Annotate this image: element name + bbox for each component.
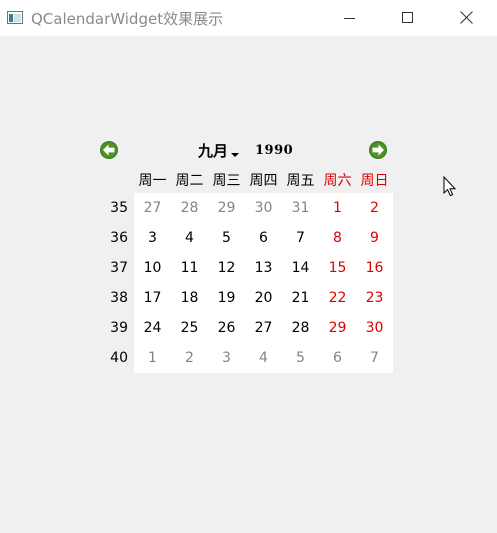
day-cell[interactable]: 5 xyxy=(208,230,245,246)
day-cell[interactable]: 7 xyxy=(356,350,393,366)
day-cell[interactable]: 3 xyxy=(134,230,171,246)
day-cell[interactable]: 1 xyxy=(134,350,171,366)
day-cell[interactable]: 8 xyxy=(319,230,356,246)
day-cell[interactable]: 29 xyxy=(208,200,245,216)
day-cell[interactable]: 31 xyxy=(282,200,319,216)
day-cell[interactable]: 18 xyxy=(171,290,208,306)
day-cell[interactable]: 1 xyxy=(319,200,356,216)
prev-month-button[interactable] xyxy=(99,140,119,160)
day-cell[interactable]: 12 xyxy=(208,260,245,276)
title-bar[interactable]: QCalendarWidget效果展示 xyxy=(0,0,497,36)
day-cell[interactable]: 10 xyxy=(134,260,171,276)
weekday-header-sat: 周六 xyxy=(323,173,352,189)
day-cell[interactable]: 20 xyxy=(245,290,282,306)
day-cell[interactable]: 28 xyxy=(171,200,208,216)
date-grid xyxy=(134,193,393,373)
day-cell[interactable]: 30 xyxy=(245,200,282,216)
weekday-header-fri: 周五 xyxy=(286,173,315,189)
day-cell[interactable]: 15 xyxy=(319,260,356,276)
next-month-button[interactable] xyxy=(368,140,388,160)
maximize-button[interactable] xyxy=(378,0,436,36)
minimize-icon xyxy=(344,18,355,19)
day-cell[interactable]: 19 xyxy=(208,290,245,306)
day-cell[interactable]: 6 xyxy=(245,230,282,246)
day-cell[interactable]: 22 xyxy=(319,290,356,306)
week-number: 39 xyxy=(110,320,128,336)
calendar-window: QCalendarWidget效果展示 九月 1990 周一 周二 周三 周四 … xyxy=(0,0,497,533)
day-cell[interactable]: 16 xyxy=(356,260,393,276)
weekday-header-sun: 周日 xyxy=(360,173,389,189)
day-cell[interactable]: 26 xyxy=(208,320,245,336)
day-cell[interactable]: 6 xyxy=(319,350,356,366)
week-number: 38 xyxy=(110,290,128,306)
day-cell[interactable]: 23 xyxy=(356,290,393,306)
day-cell[interactable]: 11 xyxy=(171,260,208,276)
weekday-header-tue: 周二 xyxy=(175,173,204,189)
close-button[interactable] xyxy=(437,0,495,36)
close-icon xyxy=(459,10,474,25)
day-cell[interactable]: 28 xyxy=(282,320,319,336)
window-title: QCalendarWidget效果展示 xyxy=(31,10,224,28)
weekday-header-thu: 周四 xyxy=(249,173,278,189)
day-cell[interactable]: 3 xyxy=(208,350,245,366)
maximize-icon xyxy=(402,12,413,23)
day-cell[interactable]: 21 xyxy=(282,290,319,306)
week-number: 40 xyxy=(110,350,128,366)
app-icon xyxy=(7,11,23,24)
day-cell[interactable]: 25 xyxy=(171,320,208,336)
mouse-cursor-icon xyxy=(443,176,457,197)
day-cell[interactable]: 2 xyxy=(356,200,393,216)
day-cell[interactable]: 27 xyxy=(134,200,171,216)
day-cell[interactable]: 27 xyxy=(245,320,282,336)
year-spinner[interactable]: 1990 xyxy=(255,143,293,158)
day-cell[interactable]: 5 xyxy=(282,350,319,366)
week-number: 35 xyxy=(110,200,128,216)
day-cell[interactable]: 4 xyxy=(245,350,282,366)
week-number: 37 xyxy=(110,260,128,276)
day-cell[interactable]: 2 xyxy=(171,350,208,366)
arrow-right-icon xyxy=(369,141,387,159)
day-cell[interactable]: 13 xyxy=(245,260,282,276)
arrow-left-icon xyxy=(100,141,118,159)
day-cell[interactable]: 7 xyxy=(282,230,319,246)
week-number: 36 xyxy=(110,230,128,246)
day-cell[interactable]: 9 xyxy=(356,230,393,246)
minimize-button[interactable] xyxy=(320,0,378,36)
day-cell[interactable]: 14 xyxy=(282,260,319,276)
chevron-down-icon xyxy=(231,153,239,157)
day-cell[interactable]: 4 xyxy=(171,230,208,246)
day-cell[interactable]: 30 xyxy=(356,320,393,336)
day-cell[interactable]: 17 xyxy=(134,290,171,306)
weekday-header-wed: 周三 xyxy=(212,173,241,189)
month-dropdown[interactable]: 九月 xyxy=(198,140,228,162)
weekday-header-mon: 周一 xyxy=(138,173,167,189)
day-cell[interactable]: 29 xyxy=(319,320,356,336)
day-cell[interactable]: 24 xyxy=(134,320,171,336)
